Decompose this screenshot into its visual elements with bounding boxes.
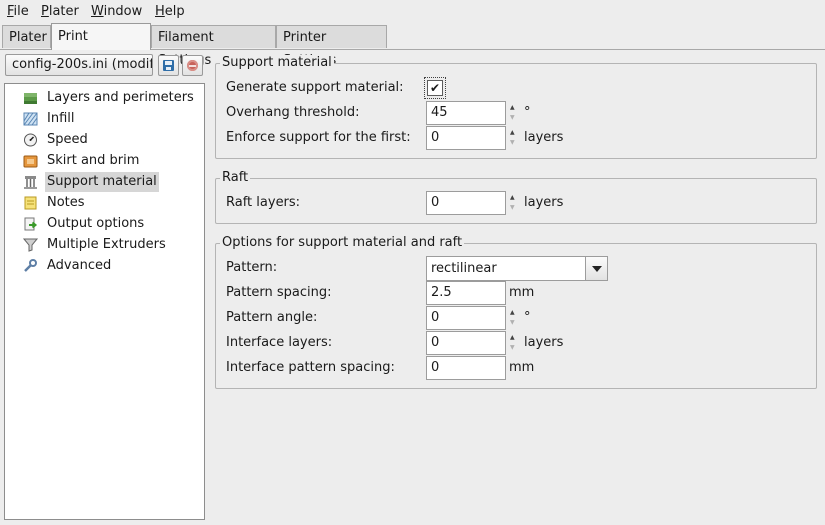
pattern-spacing-input[interactable]: 2.5 (426, 281, 506, 305)
support-options-group: Options for support material and raft Pa… (215, 235, 817, 389)
overhang-threshold-input[interactable]: 45 (426, 101, 506, 125)
overhang-threshold-label: Overhang threshold: (226, 105, 360, 120)
save-preset-button[interactable] (158, 55, 179, 76)
raft-layers-unit: layers (524, 195, 564, 210)
settings-page-tree: Layers and perimeters Infill Speed Skirt… (4, 83, 205, 520)
raft-layers-label: Raft layers: (226, 195, 301, 210)
pattern-angle-spinner[interactable]: ▲ ▼ (510, 308, 517, 328)
tab-plater[interactable]: Plater (2, 25, 51, 48)
raft-layers-input[interactable]: 0 (426, 191, 506, 215)
menu-help[interactable]: Help (153, 3, 187, 20)
menu-bar: File Plater Window Help (0, 0, 825, 23)
pattern-angle-input[interactable]: 0 (426, 306, 506, 330)
interface-layers-label: Interface layers: (226, 335, 333, 350)
interface-spacing-label: Interface pattern spacing: (226, 360, 395, 375)
interface-layers-spinner[interactable]: ▲ ▼ (510, 333, 517, 353)
pattern-dropdown-button[interactable] (585, 256, 608, 281)
support-material-group: Support material Generate support materi… (215, 55, 817, 159)
tab-filament-settings[interactable]: Filament Settings (151, 25, 276, 68)
support-material-title: Support material (220, 55, 334, 71)
notes-icon (24, 196, 37, 210)
enforce-support-input[interactable]: 0 (426, 126, 506, 150)
infill-icon (23, 112, 38, 126)
tab-printer-settings[interactable]: Printer Settings (276, 25, 387, 68)
delete-preset-button[interactable] (182, 55, 203, 76)
generate-support-checkbox[interactable]: ✔ (424, 77, 446, 99)
pattern-angle-label: Pattern angle: (226, 310, 318, 325)
interface-spacing-unit: mm (509, 360, 535, 375)
layers-icon (24, 93, 37, 104)
skirt-icon (23, 155, 38, 168)
raft-title: Raft (220, 170, 251, 186)
pattern-label: Pattern: (226, 260, 278, 275)
overhang-threshold-unit: ° (524, 105, 531, 120)
speed-icon (24, 133, 37, 147)
menu-file[interactable]: File (5, 3, 31, 20)
tab-bar: Plater Print Settings Filament Settings … (0, 23, 825, 69)
generate-support-label: Generate support material: (226, 80, 404, 95)
tab-print-settings[interactable]: Print Settings (51, 23, 151, 69)
pattern-select[interactable]: rectilinear (426, 256, 586, 281)
pattern-angle-unit: ° (524, 310, 531, 325)
delete-icon (187, 60, 198, 71)
wrench-icon (24, 259, 37, 272)
extruders-icon (23, 238, 38, 252)
pattern-spacing-label: Pattern spacing: (226, 285, 332, 300)
menu-plater[interactable]: Plater (39, 3, 81, 20)
save-icon (163, 60, 174, 71)
interface-spacing-input[interactable]: 0 (426, 356, 506, 380)
preset-select[interactable]: config-200s.ini (modified) (5, 54, 153, 76)
menu-window[interactable]: Window (89, 3, 144, 20)
overhang-threshold-spinner[interactable]: ▲ ▼ (510, 103, 517, 123)
enforce-support-unit: layers (524, 130, 564, 145)
support-icon (24, 176, 37, 189)
raft-layers-spinner[interactable]: ▲ ▼ (510, 193, 517, 213)
interface-layers-unit: layers (524, 335, 564, 350)
interface-layers-input[interactable]: 0 (426, 331, 506, 355)
enforce-support-spinner[interactable]: ▲ ▼ (510, 128, 517, 148)
pattern-spacing-unit: mm (509, 285, 535, 300)
support-options-title: Options for support material and raft (220, 235, 465, 251)
output-icon (24, 217, 38, 231)
raft-group: Raft Raft layers: 0 ▲ ▼ layers (215, 170, 817, 224)
enforce-support-label: Enforce support for the first: (226, 130, 411, 145)
